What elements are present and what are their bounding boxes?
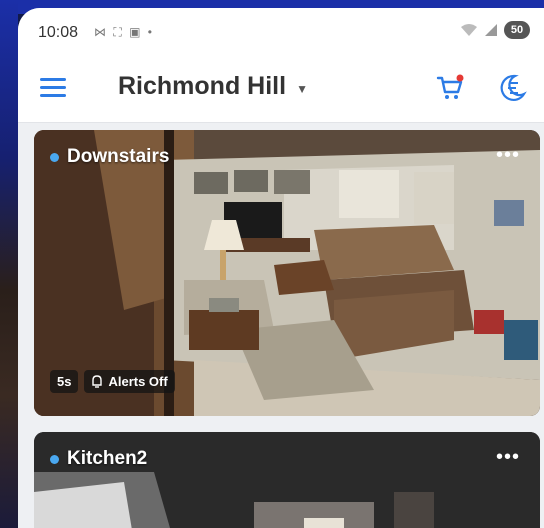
bell-off-icon <box>92 375 103 388</box>
signal-icon <box>485 24 497 36</box>
wifi-icon <box>461 24 477 36</box>
live-status-dot <box>50 152 59 162</box>
camera-card-downstairs[interactable]: Downstairs ••• 5s Alerts Off <box>34 130 540 416</box>
camera-name: Kitchen2 <box>67 448 148 469</box>
location-title: Richmond Hill <box>118 72 287 100</box>
battery-icon: 50 <box>504 21 530 39</box>
alerts-label: Alerts Off <box>108 374 168 389</box>
alerts-chip[interactable]: Alerts Off <box>84 370 175 393</box>
cart-badge <box>456 74 464 82</box>
cart-icon[interactable] <box>436 74 466 102</box>
camera-name: Downstairs <box>67 146 170 167</box>
phone-screen: 10:08 ⋈ ⛶ ▣ • 50 Richmond Hill ▼ Downsta… <box>18 8 544 528</box>
status-time: 10:08 <box>38 24 79 41</box>
chevron-down-icon: ▼ <box>296 81 308 96</box>
camera-feed-kitchen2 <box>34 432 540 528</box>
camera-chips: 5s Alerts Off <box>50 370 175 393</box>
location-selector[interactable]: Richmond Hill ▼ <box>118 72 308 101</box>
camera-title: Downstairs <box>50 146 169 168</box>
interval-chip: 5s <box>50 370 79 393</box>
app-bar: Richmond Hill ▼ <box>18 54 544 123</box>
more-options-button[interactable]: ••• <box>496 145 520 165</box>
more-options-button[interactable]: ••• <box>496 447 520 467</box>
status-right: 50 <box>460 21 530 39</box>
live-status-dot <box>50 454 59 464</box>
camera-title: Kitchen2 <box>50 448 147 470</box>
moon-icon[interactable] <box>496 72 528 104</box>
camera-card-kitchen2[interactable]: Kitchen2 ••• <box>34 432 540 528</box>
notification-icons: ⋈ ⛶ ▣ • <box>94 25 154 39</box>
background-left <box>0 0 18 528</box>
hamburger-menu-icon[interactable] <box>40 78 66 98</box>
status-bar: 10:08 ⋈ ⛶ ▣ • 50 <box>18 8 544 54</box>
